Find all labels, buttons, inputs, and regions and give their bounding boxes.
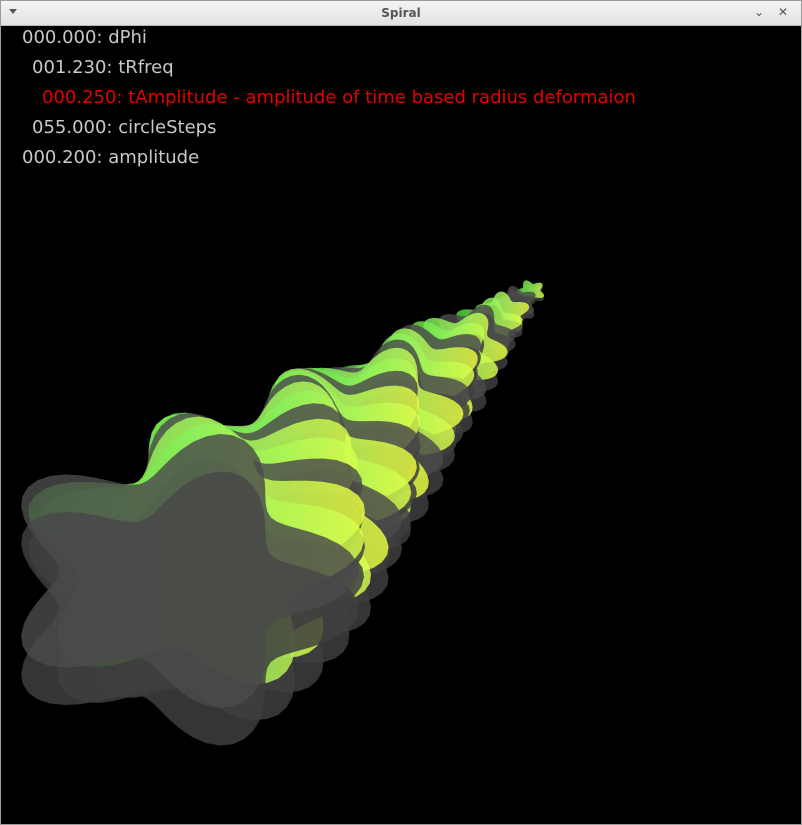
param-tamplitude: 000.250: tAmplitude - amplitude of time …	[42, 87, 636, 108]
render-viewport[interactable]: 000.000: dPhi 001.230: tRfreq 000.250: t…	[1, 26, 801, 824]
close-button[interactable]: ✕	[775, 4, 791, 20]
window-title: Spiral	[381, 6, 421, 20]
param-amplitude: 000.200: amplitude	[22, 147, 200, 168]
title-bar[interactable]: Spiral ⌄ ✕	[1, 1, 801, 26]
minimize-button[interactable]: ⌄	[751, 4, 767, 20]
param-trfreq: 001.230: tRfreq	[32, 57, 174, 78]
param-dphi: 000.000: dPhi	[22, 27, 147, 48]
app-window: Spiral ⌄ ✕ 000.000: dPhi 001.230: tRfreq	[0, 0, 802, 825]
param-circlesteps: 055.000: circleSteps	[32, 117, 217, 138]
spiral-mesh-render	[21, 280, 544, 746]
